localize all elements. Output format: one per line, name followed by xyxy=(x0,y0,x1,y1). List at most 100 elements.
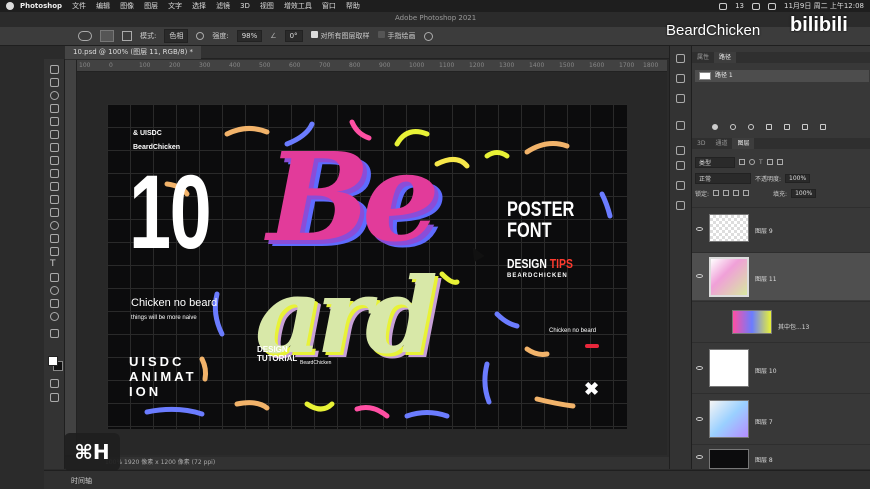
menu-type[interactable]: 文字 xyxy=(168,1,182,11)
fill-input[interactable]: 100% xyxy=(791,188,817,198)
zoom-tool-icon[interactable] xyxy=(50,312,59,321)
lasso-tool-icon[interactable] xyxy=(50,91,59,100)
menu-image[interactable]: 图像 xyxy=(120,1,134,11)
angle-input[interactable]: 0° xyxy=(284,30,303,42)
filter-type-icon[interactable]: T xyxy=(759,159,763,166)
filter-pixel-icon[interactable] xyxy=(739,159,745,165)
opacity-input[interactable]: 100% xyxy=(785,173,811,183)
menu-select[interactable]: 选择 xyxy=(192,1,206,11)
lock-paint-icon[interactable] xyxy=(723,190,730,196)
path-select-tool-icon[interactable] xyxy=(50,273,59,282)
paragraph-panel-icon[interactable] xyxy=(676,161,685,170)
filter-shape-icon[interactable] xyxy=(766,159,773,165)
timeline-bar[interactable]: 时间轴 xyxy=(44,470,870,489)
horizontal-ruler[interactable]: 100 0 100 200 300 400 500 600 700 800 90… xyxy=(77,60,667,72)
menu-view[interactable]: 视图 xyxy=(260,1,274,11)
tab-layers[interactable]: 图层 xyxy=(732,138,755,149)
menu-file[interactable]: 文件 xyxy=(72,1,86,11)
eye-icon[interactable] xyxy=(696,366,703,370)
strength-input[interactable]: 98% xyxy=(236,30,263,42)
stroke-path-icon[interactable] xyxy=(730,124,736,130)
poster-canvas[interactable]: Be ard & UISDC BeardChicken 10 Chicken n… xyxy=(107,104,627,429)
document-tab[interactable]: 10.psd @ 100% (图层 11, RGB/8) * xyxy=(65,46,202,59)
brush-settings-icon[interactable] xyxy=(122,31,132,41)
new-path-icon[interactable] xyxy=(802,124,808,130)
eye-icon[interactable] xyxy=(696,274,703,278)
brush-panel-icon[interactable] xyxy=(676,74,685,83)
battery-icon[interactable] xyxy=(768,2,777,10)
hand-tool-icon[interactable] xyxy=(50,299,59,308)
filter-smart-icon[interactable] xyxy=(776,159,783,165)
pen-tool-icon[interactable] xyxy=(50,247,59,256)
gradient-tool-icon[interactable] xyxy=(50,208,59,217)
menu-edit[interactable]: 编辑 xyxy=(96,1,110,11)
eraser-tool-icon[interactable] xyxy=(50,195,59,204)
lock-all-icon[interactable] xyxy=(743,190,750,196)
lock-move-icon[interactable] xyxy=(733,190,740,196)
ellipse-tool-icon[interactable] xyxy=(50,286,59,295)
apple-icon[interactable] xyxy=(6,2,14,10)
layer-row[interactable]: 图层 7 xyxy=(692,393,870,443)
layer-row[interactable]: 图层 8 xyxy=(692,444,870,469)
menu-layer[interactable]: 图层 xyxy=(144,1,158,11)
menu-filter[interactable]: 滤镜 xyxy=(216,1,230,11)
crop-tool-icon[interactable] xyxy=(50,117,59,126)
sample-all-checkbox[interactable]: 对所有图层取样 xyxy=(310,31,370,41)
foreground-color-swatch[interactable] xyxy=(48,356,58,366)
menu-help[interactable]: 帮助 xyxy=(346,1,360,11)
layer-row[interactable]: 图层 9 xyxy=(692,207,870,251)
layer-row-selected[interactable]: 图层 11 xyxy=(692,252,870,300)
eye-icon[interactable] xyxy=(696,417,703,421)
clock[interactable]: 11月9日 周二 上午12:08 xyxy=(784,1,864,11)
blend-mode-select[interactable]: 正常 xyxy=(695,172,751,184)
pressure-icon[interactable] xyxy=(196,32,205,40)
menu-3d[interactable]: 3D xyxy=(240,2,250,10)
menu-plugins[interactable]: 增效工具 xyxy=(284,1,312,11)
smudge-tool-icon[interactable] xyxy=(78,31,92,41)
record-icon[interactable] xyxy=(719,2,728,10)
glyphs-panel-icon[interactable] xyxy=(676,201,685,210)
menu-window[interactable]: 窗口 xyxy=(322,1,336,11)
layer-kind-select[interactable]: 类型 xyxy=(695,156,735,168)
tab-properties[interactable]: 属性 xyxy=(692,52,714,63)
delete-path-icon[interactable] xyxy=(820,124,826,130)
blur-tool-icon[interactable] xyxy=(50,221,59,230)
path-row[interactable]: 路径 1 xyxy=(695,70,869,82)
add-mask-icon[interactable] xyxy=(784,124,790,130)
clone-stamp-tool-icon[interactable] xyxy=(50,169,59,178)
move-tool-icon[interactable] xyxy=(50,65,59,74)
layer-row[interactable]: 其中包...13 xyxy=(692,301,870,341)
marquee-tool-icon[interactable] xyxy=(50,78,59,87)
character-panel-icon[interactable] xyxy=(676,146,685,155)
vertical-ruler[interactable] xyxy=(65,60,77,455)
eye-icon[interactable] xyxy=(696,227,703,231)
make-path-icon[interactable] xyxy=(766,124,772,130)
tab-paths[interactable]: 路径 xyxy=(714,52,737,63)
brush-tool-icon[interactable] xyxy=(50,156,59,165)
edit-toolbar-icon[interactable] xyxy=(50,329,59,338)
app-name-menu[interactable]: Photoshop xyxy=(20,2,62,10)
load-selection-icon[interactable] xyxy=(748,124,754,130)
eye-icon[interactable] xyxy=(696,455,703,459)
healing-brush-tool-icon[interactable] xyxy=(50,143,59,152)
history-panel-icon[interactable] xyxy=(676,54,685,63)
tools-preset-icon[interactable] xyxy=(676,181,685,190)
quick-mask-icon[interactable] xyxy=(50,379,59,388)
quick-select-tool-icon[interactable] xyxy=(50,104,59,113)
fill-path-icon[interactable] xyxy=(712,124,718,130)
pressure-size-icon[interactable] xyxy=(423,31,433,41)
layer-row[interactable]: 图层 10 xyxy=(692,342,870,392)
eyedropper-tool-icon[interactable] xyxy=(50,130,59,139)
finger-paint-checkbox[interactable]: 手指绘画 xyxy=(377,31,416,41)
filter-adjust-icon[interactable] xyxy=(749,159,755,165)
tab-3d[interactable]: 3D xyxy=(692,138,710,149)
adjustments-panel-icon[interactable] xyxy=(676,94,685,103)
type-tool-icon[interactable]: T xyxy=(50,260,59,269)
screen-mode-icon[interactable] xyxy=(50,393,59,402)
dodge-tool-icon[interactable] xyxy=(50,234,59,243)
lock-pixels-icon[interactable] xyxy=(713,190,720,196)
history-brush-tool-icon[interactable] xyxy=(50,182,59,191)
notification-count[interactable]: 13 xyxy=(735,2,744,10)
tab-channels[interactable]: 通道 xyxy=(710,138,732,149)
brush-preset-picker[interactable] xyxy=(100,30,114,42)
